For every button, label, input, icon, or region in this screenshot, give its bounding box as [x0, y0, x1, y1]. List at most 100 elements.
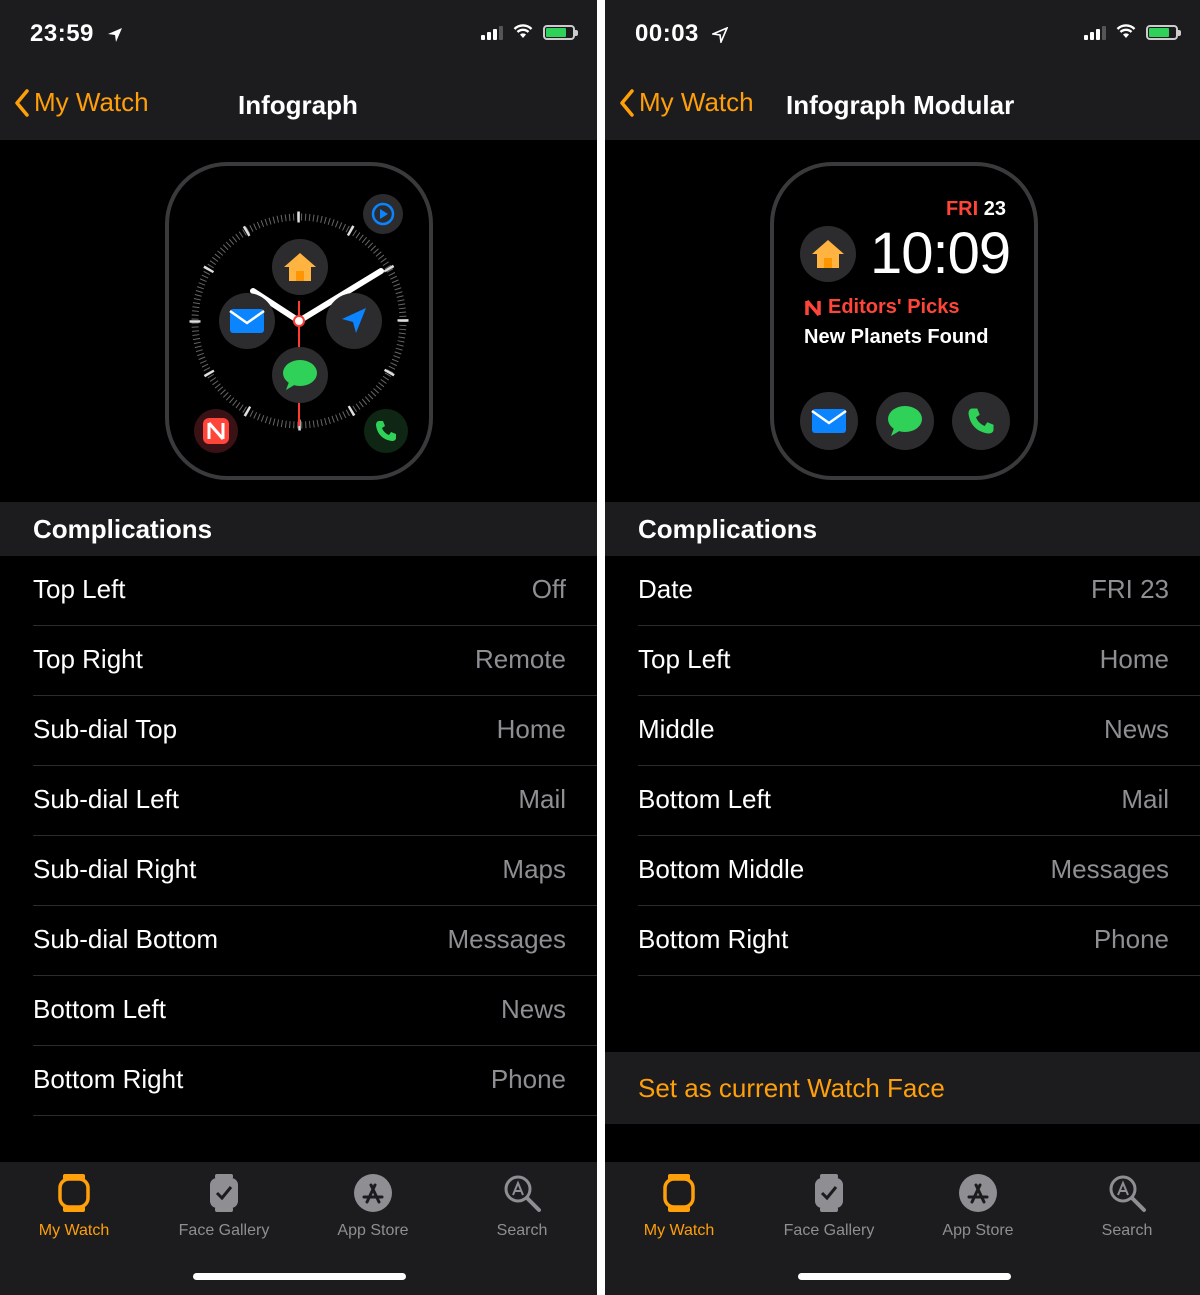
mail-icon — [229, 309, 265, 333]
mail-complication — [219, 293, 275, 349]
left-screen: 23:59 My Watch Infograph Complications T… — [0, 0, 597, 1295]
navigation-bar: My Watch Infograph Modular — [605, 70, 1200, 140]
row-top-left[interactable]: Top Left Off — [0, 556, 597, 626]
mail-icon — [811, 409, 847, 433]
tab-search[interactable]: Search — [1057, 1170, 1197, 1240]
news-title: Editors' Picks — [828, 296, 960, 318]
row-sub-dial-left[interactable]: Sub-dial Left Mail — [0, 766, 597, 836]
face-gallery-icon — [815, 1174, 843, 1212]
row-label: Date — [638, 574, 693, 604]
row-top-right[interactable]: Top Right Remote — [0, 626, 597, 696]
row-top-left[interactable]: Top Left Home — [605, 626, 1200, 696]
maps-arrow-icon — [342, 308, 366, 333]
row-value: Mail — [1121, 784, 1169, 814]
time-display: 10:09 — [870, 221, 1011, 286]
complications-section-header: Complications — [605, 502, 1200, 556]
tab-search[interactable]: Search — [452, 1170, 592, 1240]
tab-label: Search — [1101, 1222, 1153, 1239]
navigation-bar: My Watch Infograph — [0, 70, 597, 140]
tab-face-gallery[interactable]: Face Gallery — [154, 1170, 294, 1240]
home-indicator[interactable] — [798, 1273, 1011, 1280]
complications-section-header: Complications — [0, 502, 597, 556]
cellular-signal-icon — [481, 24, 503, 40]
tab-my-watch[interactable]: My Watch — [4, 1170, 144, 1240]
status-time-text: 23:59 — [30, 20, 94, 47]
cellular-signal-icon — [1084, 24, 1106, 40]
maps-complication — [326, 293, 382, 349]
home-complication — [272, 239, 328, 295]
app-store-icon — [354, 1174, 392, 1212]
watch-icon — [663, 1174, 695, 1212]
status-bar: 00:03 — [605, 0, 1200, 70]
battery-icon — [1146, 24, 1181, 40]
home-indicator[interactable] — [193, 1273, 406, 1280]
section-title: Complications — [638, 514, 818, 544]
phone-icon — [968, 408, 994, 434]
messages-icon — [283, 360, 317, 390]
tab-app-store[interactable]: App Store — [303, 1170, 443, 1240]
status-icons — [1084, 24, 1181, 40]
row-label: Bottom Middle — [638, 854, 805, 884]
phone-complication — [952, 392, 1010, 450]
row-bottom-right[interactable]: Bottom Right Phone — [0, 1046, 597, 1116]
news-icon — [805, 299, 821, 316]
back-label: My Watch — [34, 87, 149, 117]
news-complication: Editors' Picks — [804, 296, 959, 319]
battery-icon — [543, 24, 578, 40]
messages-complication — [272, 347, 328, 403]
location-arrow-icon — [712, 26, 729, 43]
chevron-left-icon — [620, 88, 634, 117]
row-value: FRI 23 — [1090, 574, 1169, 604]
page-title: Infograph — [238, 90, 358, 120]
phone-icon — [376, 421, 396, 441]
row-sub-dial-bottom[interactable]: Sub-dial Bottom Messages — [0, 906, 597, 976]
tab-my-watch[interactable]: My Watch — [609, 1170, 749, 1240]
status-time: 23:59 — [30, 20, 123, 48]
row-bottom-right[interactable]: Bottom Right Phone — [605, 906, 1200, 976]
home-icon — [812, 240, 844, 268]
search-icon — [504, 1175, 541, 1212]
watch-face-preview: FRI 23 10:09 Editors' Picks New Planets … — [605, 140, 1200, 502]
row-bottom-middle[interactable]: Bottom Middle Messages — [605, 836, 1200, 906]
row-middle[interactable]: Middle News — [605, 696, 1200, 766]
remote-icon — [371, 202, 395, 226]
tab-label: App Store — [942, 1222, 1014, 1239]
row-bottom-left[interactable]: Bottom Left News — [0, 976, 597, 1046]
watch-icon — [58, 1174, 90, 1212]
row-bottom-left[interactable]: Bottom Left Mail — [605, 766, 1200, 836]
tab-label: My Watch — [38, 1222, 110, 1239]
back-button[interactable]: My Watch — [14, 87, 149, 118]
row-label: Bottom Right — [33, 1064, 184, 1094]
row-label: Sub-dial Bottom — [33, 924, 218, 954]
remote-complication — [363, 194, 403, 234]
row-value: Phone — [1093, 924, 1169, 954]
news-complication — [194, 409, 238, 453]
status-time: 00:03 — [635, 20, 729, 48]
date-complication: FRI 23 — [946, 198, 1006, 221]
row-date[interactable]: Date FRI 23 — [605, 556, 1200, 626]
tab-face-gallery[interactable]: Face Gallery — [759, 1170, 899, 1240]
tab-label: Search — [496, 1222, 548, 1239]
messages-icon — [888, 406, 922, 436]
mail-complication — [800, 392, 858, 450]
infograph-watch-face — [165, 162, 433, 480]
row-sub-dial-right[interactable]: Sub-dial Right Maps — [0, 836, 597, 906]
set-current-watch-face-button[interactable]: Set as current Watch Face — [605, 1052, 1200, 1124]
back-button[interactable]: My Watch — [619, 87, 754, 118]
row-label: Bottom Left — [638, 784, 771, 814]
row-label: Bottom Right — [638, 924, 789, 954]
row-value: News — [500, 994, 566, 1024]
back-label: My Watch — [639, 87, 754, 117]
tab-label: My Watch — [643, 1222, 715, 1239]
row-label: Sub-dial Top — [33, 714, 178, 744]
chevron-left-icon — [15, 88, 29, 117]
row-label: Sub-dial Left — [33, 784, 179, 814]
status-icons — [481, 24, 578, 40]
tab-app-store[interactable]: App Store — [908, 1170, 1048, 1240]
row-label: Middle — [638, 714, 715, 744]
row-value: Maps — [502, 854, 566, 884]
tab-label: App Store — [337, 1222, 409, 1239]
face-gallery-icon — [210, 1174, 238, 1212]
row-sub-dial-top[interactable]: Sub-dial Top Home — [0, 696, 597, 766]
right-screen: 00:03 My Watch Infograph Modular FRI 23 … — [605, 0, 1200, 1295]
